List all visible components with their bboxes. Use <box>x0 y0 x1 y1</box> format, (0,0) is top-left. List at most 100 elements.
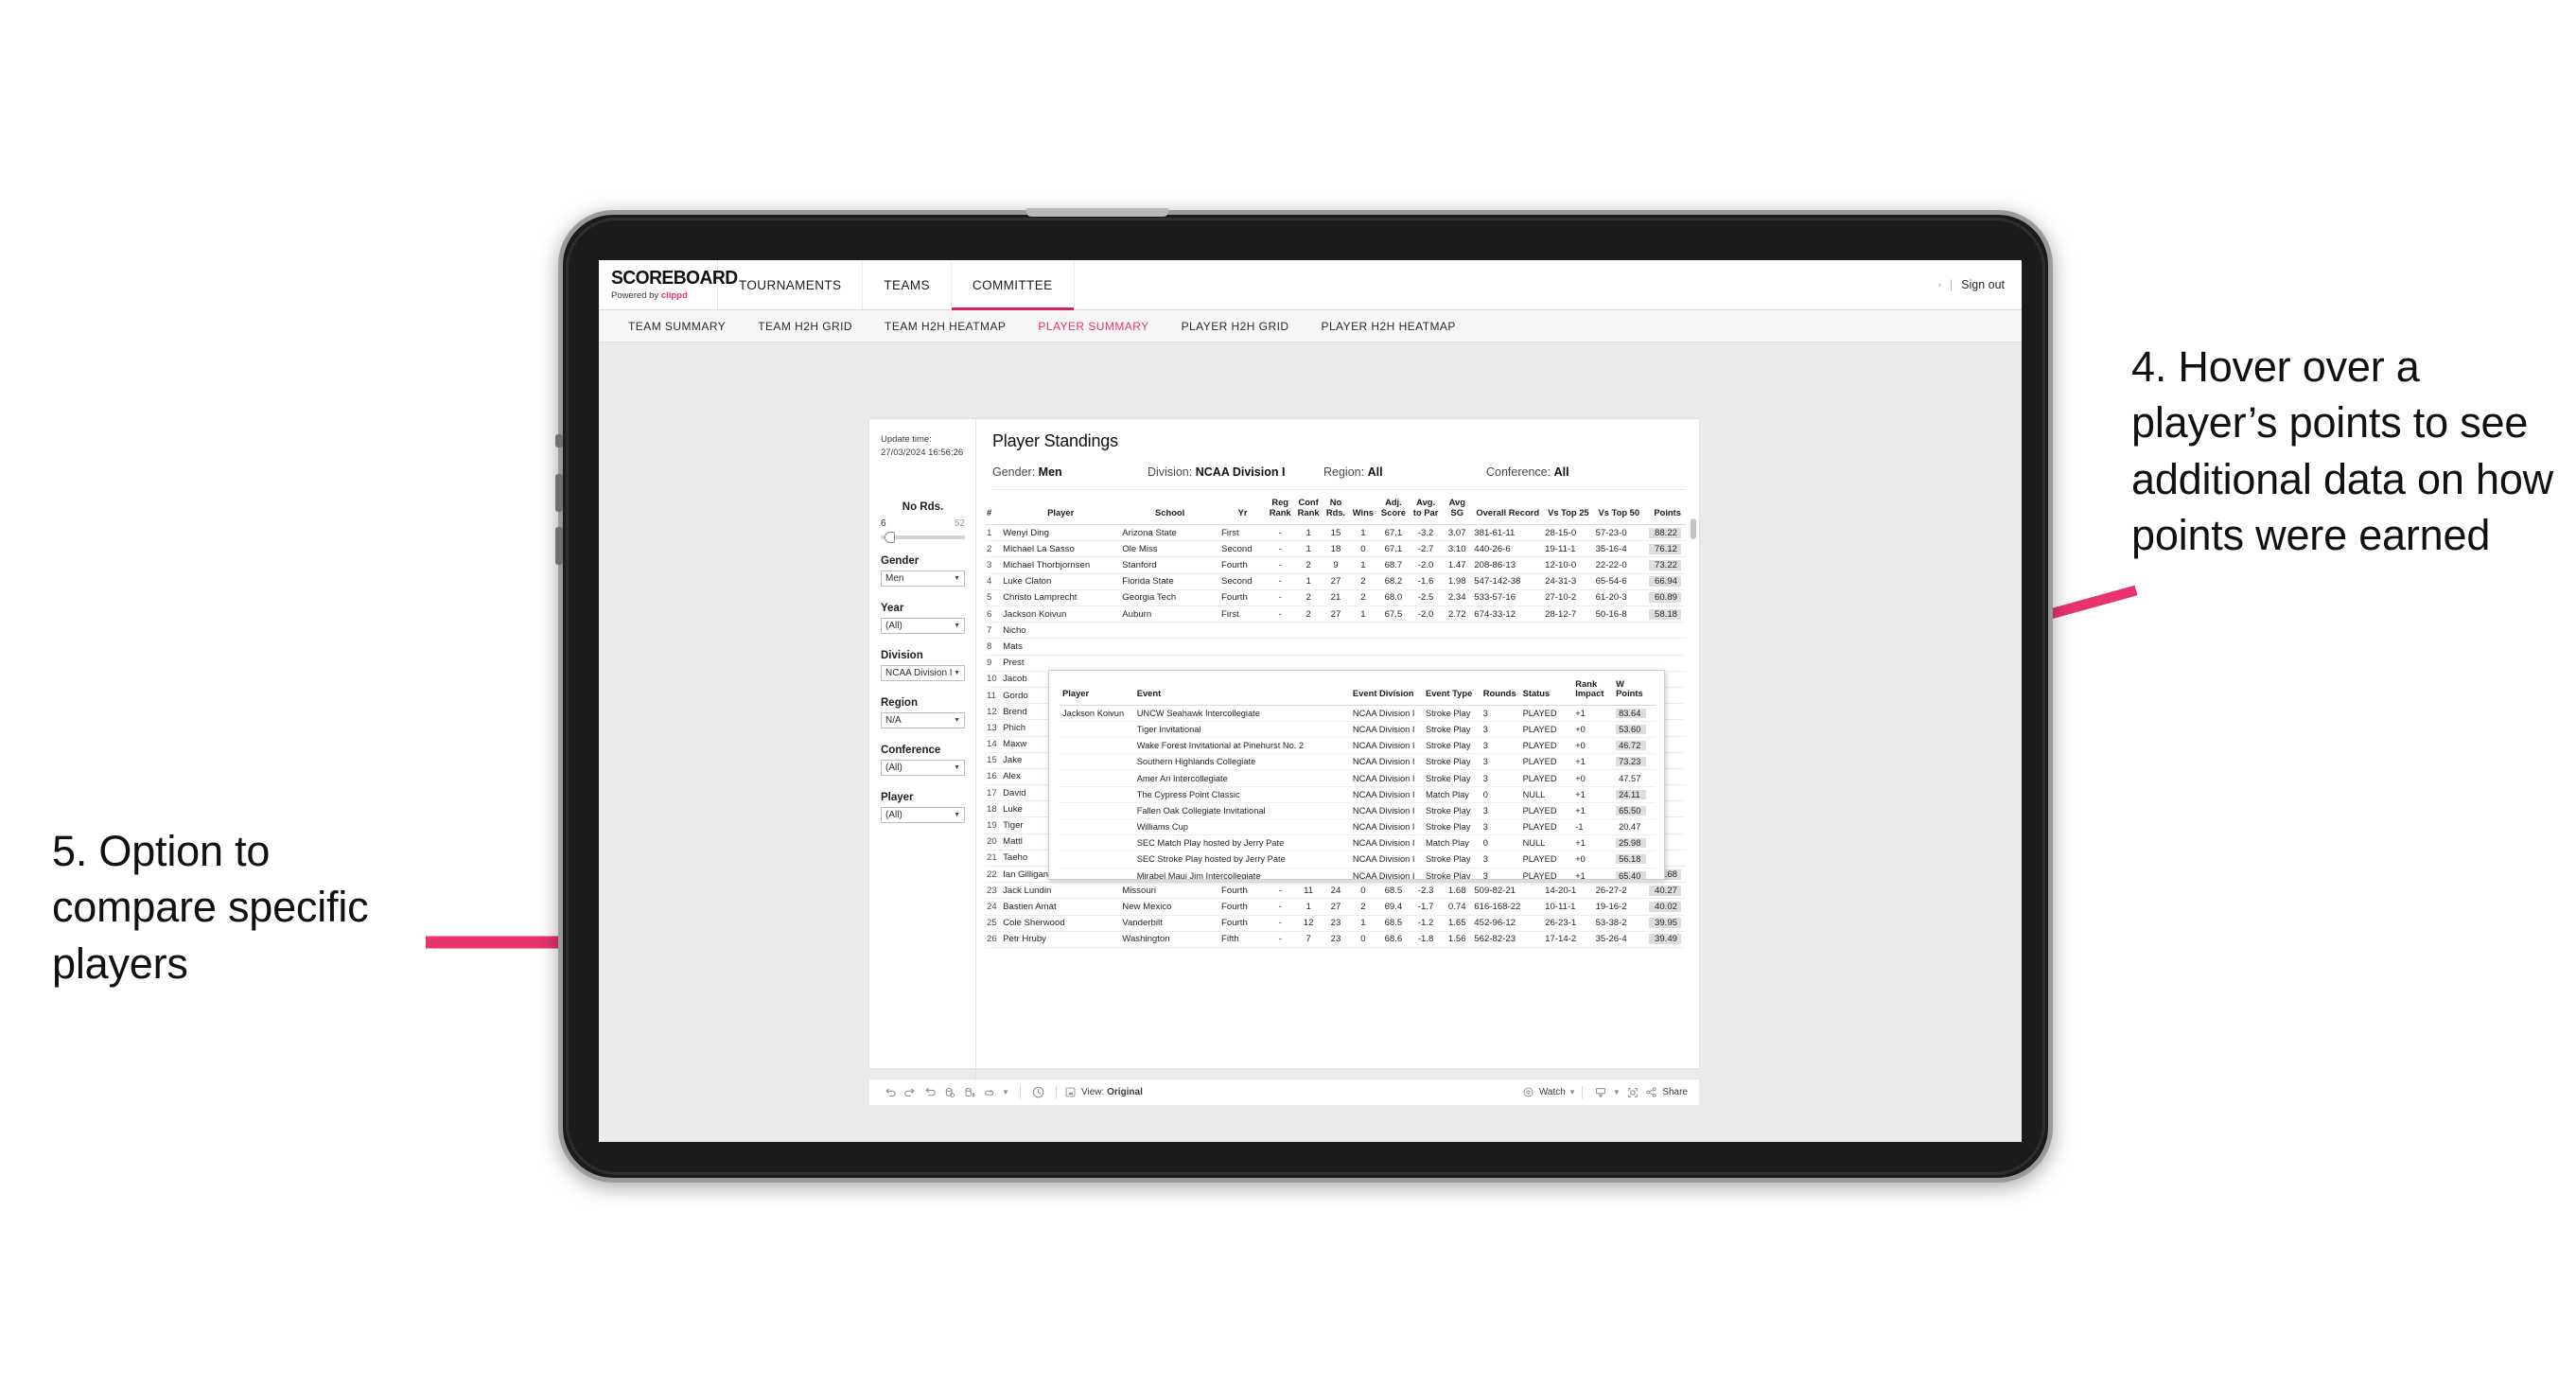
refresh-data-icon[interactable] <box>939 1084 959 1101</box>
col-no-rds[interactable]: No Rds. <box>1323 496 1349 526</box>
col-school[interactable]: School <box>1120 496 1220 526</box>
pause-icon[interactable] <box>979 1084 999 1101</box>
filter-select-region[interactable]: N/A ▼ <box>881 712 965 728</box>
cell-rds: 27 <box>1323 898 1349 916</box>
points-value[interactable]: 66.94 <box>1649 576 1681 588</box>
redo-icon[interactable] <box>900 1084 920 1101</box>
col-avg-to-par[interactable]: Avg. to Par <box>1410 496 1443 526</box>
table-row[interactable]: 23 Jack Lundin Missouri Fourth -11 24 0 68.5 -2.… <box>985 882 1686 900</box>
points-value[interactable]: 39.95 <box>1649 918 1681 929</box>
points-value[interactable]: 58.18 <box>1649 608 1681 620</box>
cell-points[interactable]: 88.22 <box>1644 524 1686 542</box>
points-value[interactable]: 76.12 <box>1649 543 1681 554</box>
table-row[interactable]: 6 Jackson Koivun Auburn First -2 27 1 67.5 -2.0 2… <box>985 605 1686 623</box>
cell-points[interactable]: 73.22 <box>1644 556 1686 574</box>
filter-select-player[interactable]: (All) ▼ <box>881 807 965 823</box>
points-scrollbar[interactable] <box>1691 518 1696 539</box>
cell-points[interactable]: 40.02 <box>1644 898 1686 916</box>
col-reg-rank[interactable]: Reg Rank <box>1266 496 1295 526</box>
col-yr[interactable]: Yr <box>1219 496 1267 526</box>
cell-par: -3.2 <box>1410 524 1443 542</box>
col-overall-record[interactable]: Overall Record <box>1472 496 1544 526</box>
filter-summary-region-value: All <box>1367 465 1383 479</box>
toolbar-dropdown-caret-icon[interactable]: ▼ <box>999 1084 1012 1101</box>
filter-select-conference[interactable]: (All) ▼ <box>881 760 965 776</box>
table-row[interactable]: 5 Christo Lamprecht Georgia Tech Fourth -2 21… <box>985 589 1686 607</box>
points-value[interactable]: 40.27 <box>1649 885 1681 896</box>
cell-points[interactable]: 66.94 <box>1644 573 1686 590</box>
subnav-item-player-h2h-grid[interactable]: PLAYER H2H GRID <box>1165 320 1306 333</box>
cell-points[interactable]: 58.18 <box>1644 605 1686 623</box>
tablet-power-button[interactable] <box>555 434 563 447</box>
nav-item-committee[interactable]: COMMITTEE <box>951 260 1075 310</box>
watch-button[interactable]: Watch ▾ <box>1522 1086 1574 1098</box>
col-vs-top-50[interactable]: Vs Top 50 <box>1593 496 1645 526</box>
table-row[interactable]: 4 Luke Claton Florida State Second -1 27 2 68.2… <box>985 573 1686 590</box>
subnav-item-team-summary[interactable]: TEAM SUMMARY <box>612 320 742 333</box>
subnav-item-team-h2h-heatmap[interactable]: TEAM H2H HEATMAP <box>868 320 1022 333</box>
table-row[interactable]: 9 Prest <box>985 655 1686 672</box>
cell-num: 16 <box>985 768 1002 786</box>
cell-points[interactable] <box>1644 638 1686 656</box>
points-value[interactable]: 60.89 <box>1649 592 1681 604</box>
cell-wins <box>1348 655 1377 672</box>
cell-t25: 14-20-1 <box>1543 882 1594 900</box>
cell-points[interactable] <box>1644 622 1686 640</box>
undo-icon[interactable] <box>880 1084 900 1101</box>
pause-auto-update-icon[interactable] <box>959 1084 979 1101</box>
pause-refresh-icon[interactable] <box>1028 1084 1048 1101</box>
rounds-slider-handle[interactable] <box>885 532 895 543</box>
table-row[interactable]: 24 Bastien Amat New Mexico Fourth -1 27 2 69.4-… <box>985 898 1686 916</box>
filter-select-division[interactable]: NCAA Division I ▼ <box>881 665 965 681</box>
col-vs-top-25[interactable]: Vs Top 25 <box>1543 496 1594 526</box>
download-icon[interactable] <box>1590 1084 1610 1101</box>
cell-points[interactable]: 40.27 <box>1644 882 1686 900</box>
chevron-down-icon: ▼ <box>954 812 960 818</box>
cell-points[interactable]: 39.95 <box>1644 915 1686 932</box>
filter-select-gender[interactable]: Men ▼ <box>881 570 965 587</box>
share-button[interactable]: Share <box>1645 1086 1688 1098</box>
table-row[interactable]: 2 Michael La Sasso Ole Miss Second -1 18 0 67.1… <box>985 540 1686 558</box>
revert-icon[interactable] <box>920 1084 939 1101</box>
fullscreen-icon[interactable] <box>1622 1084 1642 1101</box>
table-row[interactable]: 25 Cole Sherwood Vanderbilt Fourth -12 23 1 68.… <box>985 915 1686 932</box>
tablet-volume-up-button[interactable] <box>555 474 563 512</box>
subnav-item-player-h2h-heatmap[interactable]: PLAYER H2H HEATMAP <box>1305 320 1471 333</box>
col-avg-sg[interactable]: Avg SG <box>1442 496 1473 526</box>
col-conf-rank[interactable]: Conf Rank <box>1294 496 1323 526</box>
sign-out-link[interactable]: Sign out <box>1961 278 2005 291</box>
points-value[interactable]: 73.22 <box>1649 560 1681 571</box>
nav-item-tournaments[interactable]: TOURNAMENTS <box>718 260 864 309</box>
view-original-button[interactable]: View: Original <box>1064 1086 1143 1098</box>
sub-navigation: TEAM SUMMARY TEAM H2H GRID TEAM H2H HEAT… <box>599 310 2022 342</box>
brand-logo[interactable]: SCOREBOARD Powered by clippd <box>599 260 738 309</box>
table-row[interactable]: 8 Mats <box>985 638 1686 656</box>
points-value[interactable]: 40.02 <box>1649 901 1681 912</box>
subnav-item-player-summary[interactable]: PLAYER SUMMARY <box>1022 320 1165 333</box>
rounds-slider-track[interactable] <box>881 532 965 543</box>
col-points[interactable]: Points <box>1644 496 1686 526</box>
cell-points[interactable]: 60.89 <box>1644 589 1686 607</box>
tablet-volume-down-button[interactable] <box>555 527 563 565</box>
tooltip-cell-rounds: 3 <box>1480 705 1520 722</box>
table-row[interactable]: 3 Michael Thorbjornsen Stanford Fourth -2 9 1 6… <box>985 556 1686 574</box>
cell-points[interactable]: 39.49 <box>1644 931 1686 948</box>
cell-yr: Fourth <box>1219 556 1267 574</box>
cell-points[interactable] <box>1644 655 1686 672</box>
cell-points[interactable]: 76.12 <box>1644 540 1686 558</box>
col-player[interactable]: Player <box>1001 496 1121 526</box>
points-value[interactable]: 39.49 <box>1649 934 1681 945</box>
watch-label: Watch <box>1538 1087 1566 1097</box>
col-adj-score[interactable]: Adj. Score <box>1376 496 1411 526</box>
col-rank[interactable]: # <box>985 496 1002 526</box>
download-caret-icon[interactable]: ▼ <box>1610 1084 1622 1101</box>
user-menu-caret-icon[interactable]: › <box>1938 280 1941 289</box>
points-value[interactable]: 88.22 <box>1649 527 1681 538</box>
col-wins[interactable]: Wins <box>1348 496 1377 526</box>
table-row[interactable]: 26 Petr Hruby Washington Fifth -7 23 0 68.6 -1.8… <box>985 931 1686 948</box>
filter-select-year[interactable]: (All) ▼ <box>881 618 965 634</box>
table-row[interactable]: 1 Wenyi Ding Arizona State First -1 15 1 67.1 -3… <box>985 524 1686 542</box>
subnav-item-team-h2h-grid[interactable]: TEAM H2H GRID <box>742 320 868 333</box>
nav-item-teams[interactable]: TEAMS <box>863 260 952 309</box>
table-row[interactable]: 7 Nicho <box>985 622 1686 640</box>
